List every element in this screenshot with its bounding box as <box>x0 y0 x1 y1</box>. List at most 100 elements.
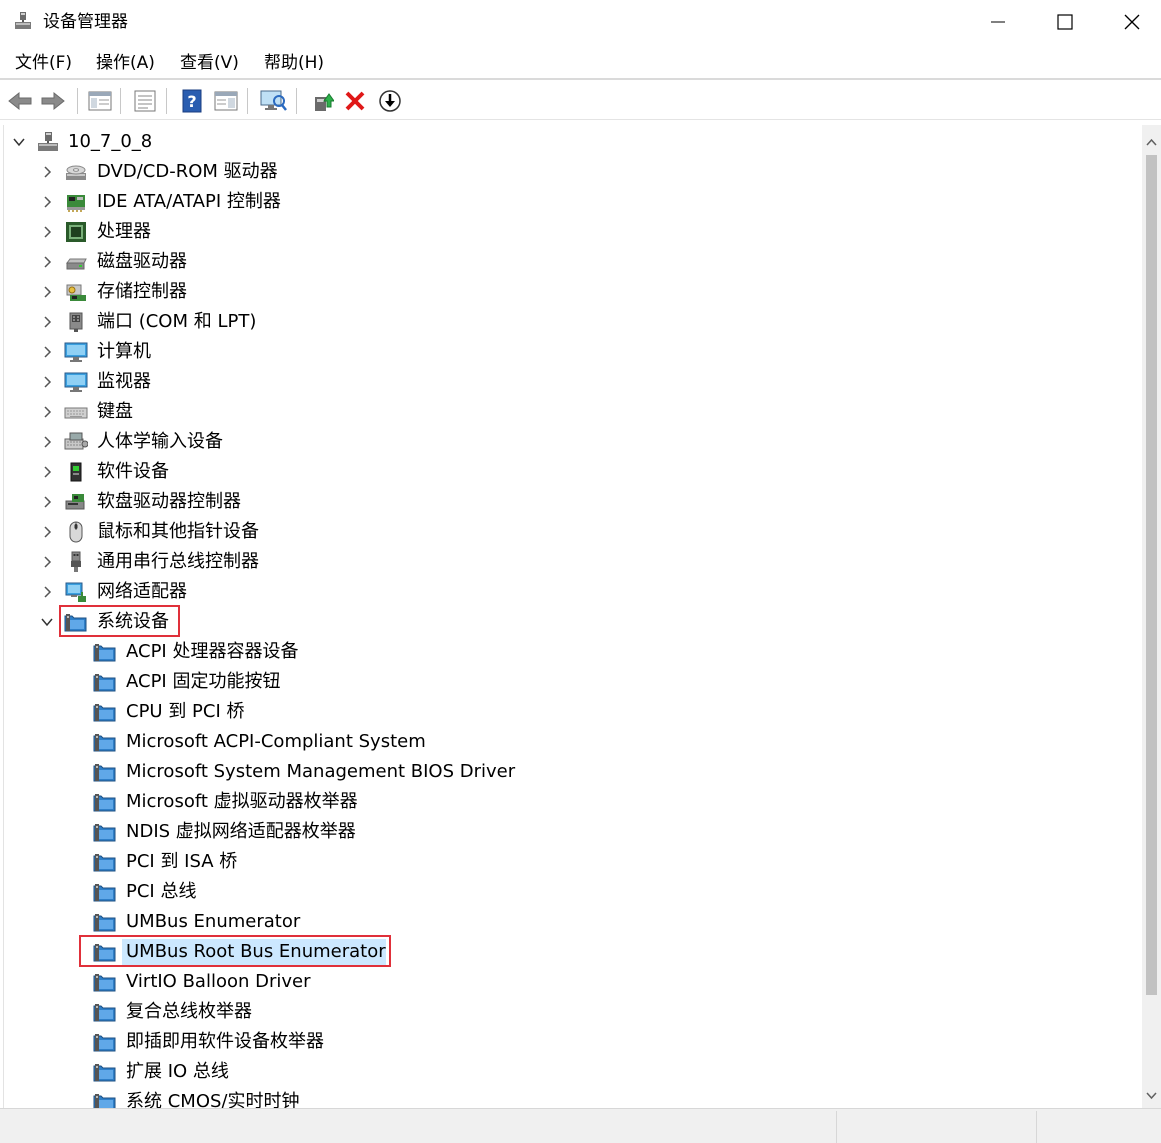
maximize-button[interactable] <box>1031 0 1098 44</box>
expand-toggle[interactable] <box>39 554 55 570</box>
uninstall-device-button[interactable] <box>341 87 369 115</box>
tree-category-item[interactable]: 软盘驱动器控制器 <box>4 487 1104 517</box>
properties-button[interactable] <box>131 87 159 115</box>
system-device-item[interactable]: 即插即用软件设备枚举器 <box>4 1027 1104 1057</box>
system-folder-icon <box>93 1094 116 1108</box>
tree-category-item[interactable]: 计算机 <box>4 337 1104 367</box>
help-button[interactable]: ? <box>178 87 206 115</box>
tree-category-item[interactable]: 监视器 <box>4 367 1104 397</box>
system-device-item[interactable]: CPU 到 PCI 桥 <box>4 697 1104 727</box>
toolbar: ? <box>0 82 1161 120</box>
menu-action[interactable]: 操作(A) <box>94 51 157 75</box>
system-device-item[interactable]: 扩展 IO 总线 <box>4 1057 1104 1087</box>
expand-toggle[interactable] <box>39 314 55 330</box>
tree-category-item[interactable]: 磁盘驱动器 <box>4 247 1104 277</box>
expand-toggle[interactable] <box>39 194 55 210</box>
tree-category-item[interactable]: 网络适配器 <box>4 577 1104 607</box>
menu-bar: 文件(F) 操作(A) 查看(V) 帮助(H) <box>0 46 1161 80</box>
vertical-scrollbar[interactable] <box>1142 125 1161 1108</box>
scrollbar-thumb[interactable] <box>1146 155 1157 995</box>
hid-icon <box>64 432 88 450</box>
expand-toggle[interactable] <box>39 164 55 180</box>
tree-item-label: 扩展 IO 总线 <box>126 1061 229 1082</box>
chevron-right-icon <box>44 496 52 508</box>
tree-category-item[interactable]: 端口 (COM 和 LPT) <box>4 307 1104 337</box>
chevron-down-icon <box>1146 1092 1157 1100</box>
toolbar-separator <box>120 88 121 114</box>
system-folder-icon <box>93 734 116 752</box>
collapse-toggle[interactable] <box>39 614 55 630</box>
chevron-right-icon <box>44 256 52 268</box>
software-device-icon <box>70 462 82 482</box>
system-device-item[interactable]: Microsoft ACPI-Compliant System <box>4 727 1104 757</box>
expand-toggle[interactable] <box>39 374 55 390</box>
view-button[interactable] <box>212 87 240 115</box>
list-view-icon <box>134 90 156 112</box>
tree-item-label: UMBus Enumerator <box>126 911 301 932</box>
tree-item-label: 即插即用软件设备枚举器 <box>126 1031 324 1052</box>
tree-category-item[interactable]: 键盘 <box>4 397 1104 427</box>
system-device-item[interactable]: UMBus Enumerator <box>4 907 1104 937</box>
system-device-item[interactable]: ACPI 处理器容器设备 <box>4 637 1104 667</box>
tree-root-label: 10_7_0_8 <box>68 131 153 152</box>
minimize-button[interactable] <box>964 0 1031 44</box>
tree-item-label: 监视器 <box>97 371 151 392</box>
usb-icon <box>71 551 81 572</box>
scan-hardware-button[interactable] <box>259 87 287 115</box>
tree-category-item[interactable]: 鼠标和其他指针设备 <box>4 517 1104 547</box>
system-folder-icon <box>93 1034 116 1052</box>
maximize-icon <box>1056 14 1073 30</box>
system-device-item[interactable]: ACPI 固定功能按钮 <box>4 667 1104 697</box>
tree-root[interactable]: 10_7_0_8 <box>4 127 604 157</box>
expand-toggle[interactable] <box>39 494 55 510</box>
menu-view[interactable]: 查看(V) <box>178 51 241 75</box>
tree-category-item[interactable]: 系统设备 <box>4 605 1104 637</box>
chevron-down-icon[interactable] <box>11 134 27 150</box>
system-device-item[interactable]: PCI 总线 <box>4 877 1104 907</box>
show-hide-console-tree-button[interactable] <box>86 87 114 115</box>
chevron-right-icon <box>44 166 52 178</box>
expand-toggle[interactable] <box>39 524 55 540</box>
device-tree[interactable]: 10_7_0_8 DVD/CD-ROM 驱动器 IDE ATA/ATAPI 控制器… <box>3 125 1142 1108</box>
tree-category-item[interactable]: IDE ATA/ATAPI 控制器 <box>4 187 1104 217</box>
tree-category-item[interactable]: 软件设备 <box>4 457 1104 487</box>
chevron-right-icon <box>44 406 52 418</box>
system-folder-icon <box>93 764 116 782</box>
system-device-item[interactable]: 系统 CMOS/实时时钟 <box>4 1087 1104 1108</box>
system-device-item[interactable]: NDIS 虚拟网络适配器枚举器 <box>4 817 1104 847</box>
chevron-up-icon <box>1146 138 1157 146</box>
system-device-item[interactable]: VirtIO Balloon Driver <box>4 967 1104 997</box>
tree-category-item[interactable]: 存储控制器 <box>4 277 1104 307</box>
system-folder-icon <box>93 974 116 992</box>
tree-category-item[interactable]: 通用串行总线控制器 <box>4 547 1104 577</box>
system-device-item[interactable]: UMBus Root Bus Enumerator <box>4 935 1104 967</box>
tree-category-item[interactable]: DVD/CD-ROM 驱动器 <box>4 157 1104 187</box>
enable-device-button[interactable] <box>376 87 404 115</box>
update-driver-button[interactable] <box>308 87 336 115</box>
expand-toggle[interactable] <box>39 344 55 360</box>
expand-toggle[interactable] <box>39 464 55 480</box>
expand-toggle[interactable] <box>39 254 55 270</box>
network-adapter-icon <box>65 582 86 602</box>
forward-button[interactable] <box>39 87 67 115</box>
expand-toggle[interactable] <box>39 584 55 600</box>
system-device-item[interactable]: Microsoft 虚拟驱动器枚举器 <box>4 787 1104 817</box>
expand-toggle[interactable] <box>39 404 55 420</box>
tree-item-label: PCI 到 ISA 桥 <box>126 851 238 872</box>
expand-toggle[interactable] <box>39 224 55 240</box>
dvd-drive-icon <box>66 165 86 180</box>
tree-category-item[interactable]: 人体学输入设备 <box>4 427 1104 457</box>
menu-help[interactable]: 帮助(H) <box>262 51 326 75</box>
close-button[interactable] <box>1098 0 1161 44</box>
chevron-right-icon <box>44 556 52 568</box>
system-device-item[interactable]: 复合总线枚举器 <box>4 997 1104 1027</box>
scroll-up-button[interactable] <box>1142 134 1161 150</box>
scroll-down-button[interactable] <box>1142 1088 1161 1104</box>
back-button[interactable] <box>6 87 34 115</box>
expand-toggle[interactable] <box>39 284 55 300</box>
menu-file[interactable]: 文件(F) <box>13 51 74 75</box>
tree-category-item[interactable]: 处理器 <box>4 217 1104 247</box>
system-device-item[interactable]: Microsoft System Management BIOS Driver <box>4 757 1104 787</box>
system-device-item[interactable]: PCI 到 ISA 桥 <box>4 847 1104 877</box>
expand-toggle[interactable] <box>39 434 55 450</box>
